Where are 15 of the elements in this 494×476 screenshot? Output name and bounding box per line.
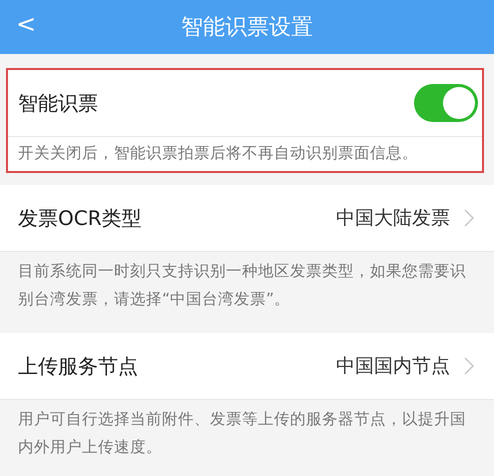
row-value: 中国国内节点 xyxy=(336,354,450,379)
settings-row[interactable]: 上传服务节点 中国国内节点 xyxy=(0,333,494,400)
toggle-switch[interactable] xyxy=(414,84,478,122)
row-label: 发票OCR类型 xyxy=(18,204,143,232)
chevron-right-icon xyxy=(464,357,474,375)
settings-row[interactable]: 智能识票 xyxy=(8,70,482,137)
row-value: 中国大陆发票 xyxy=(336,206,450,231)
chevron-right-icon xyxy=(464,209,474,227)
hint-text: 目前系统同一时刻只支持识别一种地区发票类型，如果您需要识别台湾发票，请选择“中国台湾发票”。 xyxy=(17,261,467,310)
hint-text: 开关关闭后，智能识票拍票后将不再自动识别票面信息。 xyxy=(8,137,482,171)
page-title: 智能识票设置 xyxy=(181,14,313,42)
row-label: 上传服务节点 xyxy=(18,352,139,380)
settings-row[interactable]: 发票OCR类型 中国大陆发票 xyxy=(0,185,494,252)
hint-text: 用户可自行选择当前附件、发票等上传的服务器节点，以提升国内外用户上传速度。 xyxy=(17,409,467,458)
row-label: 智能识票 xyxy=(18,90,99,116)
